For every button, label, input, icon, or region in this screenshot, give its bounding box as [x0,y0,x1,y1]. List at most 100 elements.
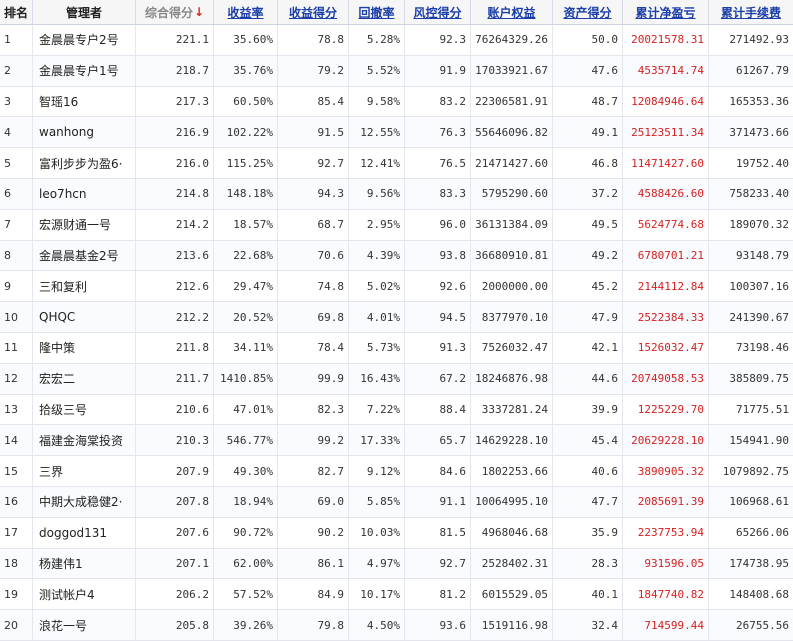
manager-cell: wanhong [33,117,136,148]
drawdown-cell: 9.58% [349,86,405,117]
asset-score-cell: 48.7 [553,86,623,117]
drawdown-cell: 12.55% [349,117,405,148]
asset-score-cell: 47.6 [553,55,623,86]
rank-cell: 5 [0,148,33,178]
asset-score-cell: 50.0 [553,25,623,55]
return-rate-cell: 115.25% [214,148,278,178]
drawdown-cell: 5.85% [349,486,405,517]
drawdown-cell: 10.03% [349,517,405,548]
return-score-cell: 92.7 [278,148,349,178]
rank-cell: 7 [0,209,33,240]
net-pnl-cell: 2522384.33 [623,302,709,332]
rank-cell: 17 [0,517,33,548]
total-score-cell: 211.7 [136,363,214,394]
return-rate-cell: 102.22% [214,117,278,148]
return-rate-cell: 39.26% [214,610,278,640]
fees-cell: 65266.06 [736,526,789,540]
risk-score-cell: 91.3 [405,332,471,363]
total-score-cell: 216.0 [136,148,214,178]
header-net-pnl-link[interactable]: 累计净盈亏 [635,4,695,21]
header-asset-score-link[interactable]: 资产得分 [563,4,611,21]
header-risk-score[interactable]: 风控得分 [405,0,471,24]
total-score-cell: 214.8 [136,178,214,209]
fees-cell: 73198.46 [736,341,789,355]
header-total-score[interactable]: 综合得分 ↓ [136,0,214,24]
return-score-cell: 79.8 [278,610,349,640]
asset-score-cell: 44.6 [553,363,623,394]
net-pnl-cell: 20629228.10 [623,425,709,456]
net-pnl-cell: 11471427.60 [623,148,709,178]
return-rate-cell: 35.60% [214,25,278,55]
table-row: 17 doggod131 207.6 90.72% 90.2 10.03% 81.5 4968… [0,517,793,549]
manager-cell: 金晨晨基金2号 [33,240,136,271]
total-score-cell: 216.9 [136,117,214,148]
total-score-cell: 212.2 [136,302,214,332]
rank-cell: 6 [0,178,33,209]
header-drawdown-link[interactable]: 回撤率 [358,4,394,21]
rank-cell: 15 [0,456,33,486]
asset-score-cell: 45.4 [553,425,623,456]
fees-cell: 61267.79 [736,64,789,78]
rank-cell: 9 [0,271,33,302]
manager-cell: 拾级三号 [33,394,136,425]
return-score-cell: 70.6 [278,240,349,271]
equity-cell: 2528402.31 [471,548,553,579]
return-rate-cell: 57.52% [214,579,278,610]
sort-desc-icon: ↓ [193,5,205,19]
drawdown-cell: 4.97% [349,548,405,579]
drawdown-cell: 12.41% [349,148,405,178]
fees-cell: 165353.36 [729,94,789,108]
total-score-cell: 217.3 [136,86,214,117]
header-fees-link[interactable]: 累计手续费 [721,4,781,21]
risk-score-cell: 92.7 [405,548,471,579]
header-return-score[interactable]: 收益得分 [278,0,349,24]
table-row: 3 智瑶16 217.3 60.50% 85.4 9.58% 83.2 22306581.91… [0,86,793,118]
net-pnl-cell: 1847740.82 [623,579,709,610]
fees-cell: 241390.67 [729,310,789,324]
risk-score-cell: 84.6 [405,456,471,486]
drawdown-cell: 5.28% [349,25,405,55]
total-score-cell: 212.6 [136,271,214,302]
total-score-cell: 207.8 [136,486,214,517]
header-asset-score[interactable]: 资产得分 [553,0,623,24]
manager-cell: 三和复利 [33,271,136,302]
risk-score-cell: 81.2 [405,579,471,610]
header-risk-score-link[interactable]: 风控得分 [413,4,461,21]
net-pnl-cell: 5624774.68 [623,209,709,240]
net-pnl-cell: 20749058.53 [623,363,709,394]
return-rate-cell: 49.30% [214,456,278,486]
header-net-pnl[interactable]: 累计净盈亏 [623,0,709,24]
return-score-cell: 78.8 [278,25,349,55]
fees-cell: 758233.40 [729,187,789,201]
manager-cell: 宏宏二 [33,363,136,394]
header-fees[interactable]: 累计手续费 [709,0,793,24]
asset-score-cell: 40.1 [553,579,623,610]
return-score-cell: 84.9 [278,579,349,610]
risk-score-cell: 76.5 [405,148,471,178]
fees-cell: 93148.79 [736,248,789,262]
header-return-rate[interactable]: 收益率 [214,0,278,24]
net-pnl-cell: 2144112.84 [623,271,709,302]
net-pnl-cell: 931596.05 [623,548,709,579]
table-header: 排名 管理者 综合得分 ↓ 收益率 收益得分 回撤率 风控得分 账户权益 资产得分… [0,0,793,25]
return-rate-cell: 35.76% [214,55,278,86]
fees-cell: 371473.66 [729,125,789,139]
asset-score-cell: 47.9 [553,302,623,332]
asset-score-cell: 49.1 [553,117,623,148]
header-return-rate-link[interactable]: 收益率 [227,4,263,21]
return-rate-cell: 47.01% [214,394,278,425]
drawdown-cell: 10.17% [349,579,405,610]
header-return-score-link[interactable]: 收益得分 [289,4,337,21]
return-score-cell: 82.3 [278,394,349,425]
total-score-cell: 207.6 [136,517,214,548]
risk-score-cell: 65.7 [405,425,471,456]
header-equity-link[interactable]: 账户权益 [487,4,535,21]
manager-cell: leo7hcn [33,178,136,209]
header-drawdown[interactable]: 回撤率 [349,0,405,24]
header-equity[interactable]: 账户权益 [471,0,553,24]
equity-cell: 10064995.10 [471,486,553,517]
equity-cell: 14629228.10 [471,425,553,456]
rank-cell: 10 [0,302,33,332]
return-score-cell: 90.2 [278,517,349,548]
net-pnl-cell: 25123511.34 [623,117,709,148]
